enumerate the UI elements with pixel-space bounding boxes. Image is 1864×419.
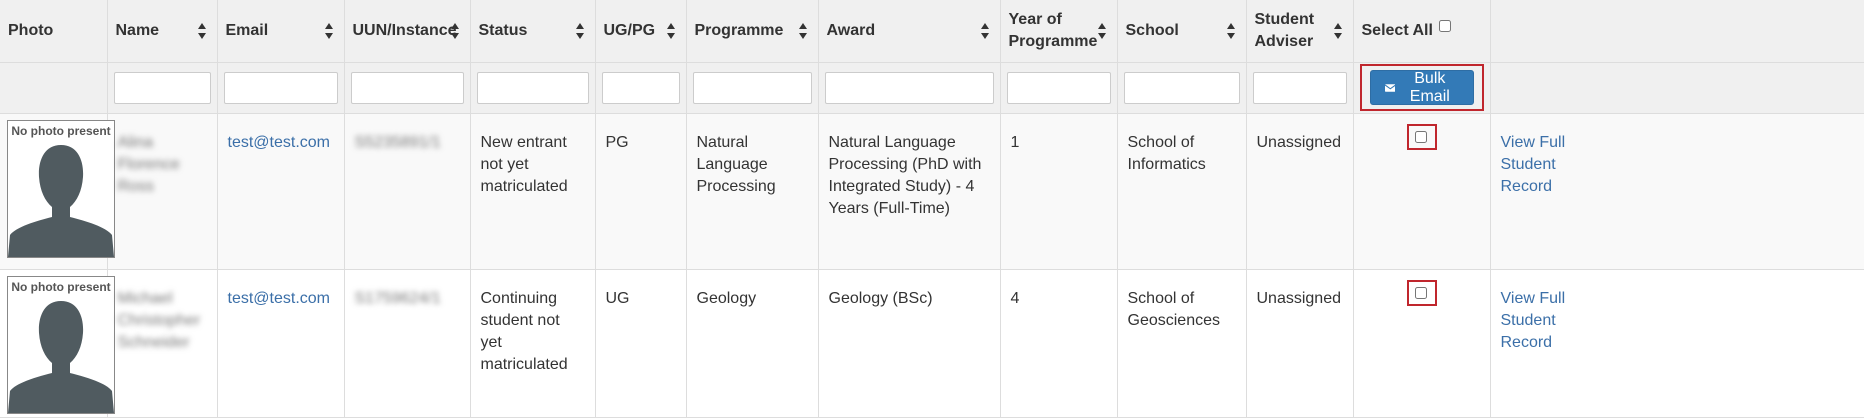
envelope-icon [1384,83,1396,92]
filter-status-input[interactable] [476,71,589,104]
uun-value: S5235891/1 [354,133,441,151]
col-header-adviser[interactable]: Student Adviser [1246,0,1354,62]
col-header-email[interactable]: Email [217,0,345,62]
no-photo-placeholder: No photo present [7,275,115,414]
programme-value: Geology [696,289,757,307]
person-silhouette-icon [8,144,114,257]
filter-email-input[interactable] [223,71,338,104]
filter-award-input[interactable] [824,71,994,104]
email-link[interactable]: test@test.com [228,290,331,307]
col-header-photo: Photo [0,0,108,62]
school-value: School of Informatics [1127,133,1206,173]
filter-cell-actions [1490,62,1864,113]
year-value: 1 [1010,133,1020,151]
col-header-year[interactable]: Year of Programme [1000,0,1118,62]
no-photo-label: No photo present [11,123,111,138]
sort-icon[interactable] [450,22,460,40]
sort-icon[interactable] [798,22,808,40]
no-photo-placeholder: No photo present [7,119,115,258]
select-all-checkbox[interactable] [1439,19,1452,32]
view-record-link[interactable]: View Full Student Record [1501,132,1571,198]
col-header-award[interactable]: Award [818,0,1001,62]
student-name: Alina Florence Ross [117,133,180,195]
col-header-programme[interactable]: Programme [686,0,819,62]
col-header-select-all: Select All [1353,0,1491,62]
adviser-value: Unassigned [1256,289,1342,307]
filter-school-input[interactable] [1123,71,1240,104]
programme-value: Natural Language Processing [696,133,776,195]
filter-row: Bulk Email [0,62,1864,113]
checkbox-highlight [1406,123,1437,150]
photo-cell: No photo present [0,269,115,417]
row-select-checkbox[interactable] [1414,286,1427,299]
filter-adviser-input[interactable] [1252,71,1347,104]
ugpg-value: UG [605,289,630,307]
filter-name-input[interactable] [113,71,211,104]
award-value: Geology (BSc) [828,289,933,307]
col-header-status[interactable]: Status [470,0,596,62]
sort-icon[interactable] [1333,22,1343,40]
sort-icon[interactable] [980,22,990,40]
email-link[interactable]: test@test.com [228,134,331,151]
uun-value: S1759624/1 [354,289,441,307]
col-header-ugpg[interactable]: UG/PG [595,0,687,62]
sort-icon[interactable] [1226,22,1236,40]
row-select-checkbox[interactable] [1414,130,1427,143]
student-name: Michael Christopher Schneider [117,289,201,351]
sort-icon[interactable] [666,22,676,40]
col-header-name[interactable]: Name [107,0,218,62]
bulk-email-button[interactable]: Bulk Email [1369,69,1474,105]
col-header-uun[interactable]: UUN/Instance [344,0,471,62]
col-header-actions [1490,0,1864,62]
adviser-value: Unassigned [1256,133,1342,151]
filter-ugpg-input[interactable] [601,71,680,104]
filter-year-input[interactable] [1006,71,1111,104]
col-header-school[interactable]: School [1117,0,1247,62]
person-silhouette-icon [8,300,114,413]
sort-icon[interactable] [197,22,207,40]
select-cell [1353,113,1491,269]
bulk-email-label: Bulk Email [1409,69,1450,105]
status-value: New entrant not yet matriculated [480,133,568,195]
filter-cell-photo [0,62,108,113]
checkbox-highlight [1406,279,1437,306]
ugpg-value: PG [605,133,629,151]
filter-uun-input[interactable] [350,71,464,104]
status-value: Continuing student not yet matriculated [480,289,568,373]
table-row: No photo present Alina Florence Ross tes… [0,113,1864,269]
sort-icon[interactable] [575,22,585,40]
bulk-email-highlight: Bulk Email [1359,64,1484,111]
school-value: School of Geosciences [1127,289,1221,329]
view-record-link[interactable]: View Full Student Record [1501,288,1571,354]
filter-programme-input[interactable] [692,71,812,104]
sort-icon[interactable] [324,22,334,40]
select-cell [1353,269,1491,417]
header-row: Photo Name Email UUN/Instance Status UG/… [0,0,1864,62]
bulk-email-cell: Bulk Email [1353,62,1491,113]
student-table: Photo Name Email UUN/Instance Status UG/… [0,0,1864,418]
photo-cell: No photo present [0,113,115,269]
sort-icon[interactable] [1097,22,1107,40]
award-value: Natural Language Processing (PhD with In… [828,133,982,217]
year-value: 4 [1010,289,1020,307]
table-row: No photo present Michael Christopher Sch… [0,269,1864,417]
no-photo-label: No photo present [11,279,111,294]
